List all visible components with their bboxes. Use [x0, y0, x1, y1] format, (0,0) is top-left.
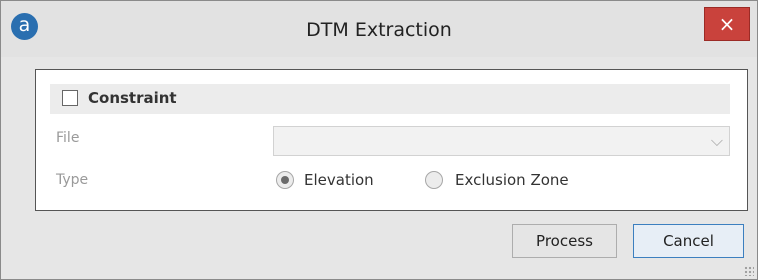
file-label: File	[56, 130, 80, 146]
chevron-down-icon: ⌵	[710, 131, 723, 150]
dialog-title: DTM Extraction	[306, 19, 452, 41]
elevation-radio[interactable]	[276, 171, 294, 189]
close-button[interactable]: ×	[704, 7, 750, 41]
close-icon: ×	[718, 12, 736, 36]
type-label: Type	[56, 172, 89, 188]
exclusion-zone-radio[interactable]	[425, 171, 443, 189]
exclusion-zone-radio-label[interactable]: Exclusion Zone	[455, 171, 569, 189]
constraint-checkbox[interactable]	[62, 90, 78, 106]
resize-grip-icon[interactable]	[744, 266, 754, 276]
dtm-extraction-dialog: a DTM Extraction × Constraint File ⌵ Typ…	[0, 0, 758, 280]
constraint-panel: Constraint File ⌵ Type Elevation Exclusi…	[35, 69, 748, 211]
title-bar[interactable]: a DTM Extraction ×	[1, 1, 757, 57]
elevation-radio-label[interactable]: Elevation	[304, 171, 374, 189]
constraint-label: Constraint	[88, 89, 177, 107]
constraint-section-header: Constraint	[50, 84, 730, 114]
process-button[interactable]: Process	[512, 224, 617, 258]
radio-selected-dot	[281, 176, 289, 184]
cancel-button[interactable]: Cancel	[633, 224, 744, 258]
file-dropdown[interactable]: ⌵	[273, 126, 730, 156]
